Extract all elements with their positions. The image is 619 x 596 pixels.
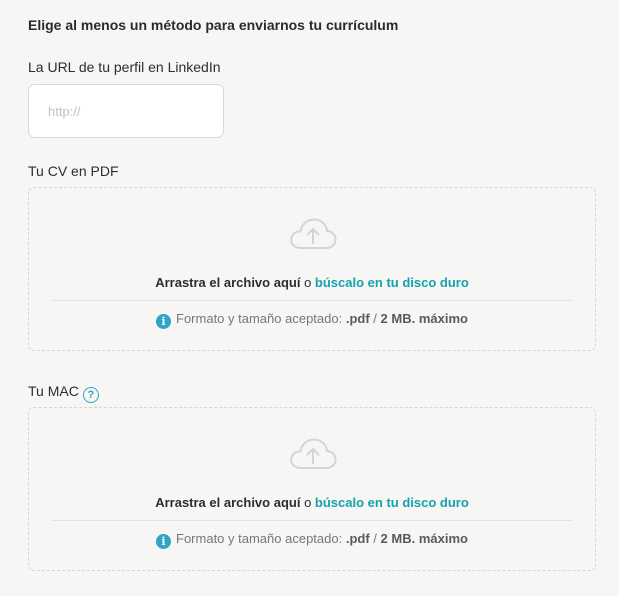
size-value: 2 MB. máximo	[380, 531, 468, 546]
cv-browse-link[interactable]: búscalo en tu disco duro	[315, 275, 469, 290]
mac-divider	[52, 520, 572, 521]
cloud-upload-icon	[290, 218, 337, 249]
format-value: .pdf	[345, 531, 370, 546]
cv-drop-text: Arrastra el archivo aquí o búscalo en tu…	[29, 275, 595, 290]
info-icon: i	[156, 534, 172, 549]
drop-instruction: Arrastra el archivo aquí	[155, 275, 301, 290]
format-separator: /	[373, 531, 377, 546]
drop-or: o	[304, 275, 312, 290]
mac-dropzone[interactable]: Arrastra el archivo aquí o búscalo en tu…	[28, 407, 596, 571]
mac-label: Tu MAC?	[28, 383, 99, 403]
cv-format-info: i Formato y tamaño aceptado: .pdf / 2 MB.…	[29, 311, 595, 329]
help-icon[interactable]: ?	[82, 387, 99, 403]
cv-divider	[52, 300, 572, 301]
info-icon: i	[156, 314, 172, 329]
mac-format-info: i Formato y tamaño aceptado: .pdf / 2 MB.…	[29, 531, 595, 549]
linkedin-url-input[interactable]	[28, 84, 224, 138]
cv-label: Tu CV en PDF	[28, 163, 119, 179]
cv-dropzone[interactable]: Arrastra el archivo aquí o búscalo en tu…	[28, 187, 596, 351]
mac-drop-text: Arrastra el archivo aquí o búscalo en tu…	[29, 495, 595, 510]
format-separator: /	[373, 311, 377, 326]
format-value: .pdf	[345, 311, 370, 326]
format-info-prefix: Formato y tamaño aceptado:	[176, 531, 343, 546]
format-info-prefix: Formato y tamaño aceptado:	[176, 311, 343, 326]
mac-browse-link[interactable]: búscalo en tu disco duro	[315, 495, 469, 510]
drop-instruction: Arrastra el archivo aquí	[155, 495, 301, 510]
drop-or: o	[304, 495, 312, 510]
mac-label-text: Tu MAC	[28, 383, 79, 399]
cloud-upload-icon	[290, 438, 337, 469]
form-heading: Elige al menos un método para enviarnos …	[28, 17, 399, 33]
linkedin-label: La URL de tu perfil en LinkedIn	[28, 59, 221, 75]
size-value: 2 MB. máximo	[380, 311, 468, 326]
